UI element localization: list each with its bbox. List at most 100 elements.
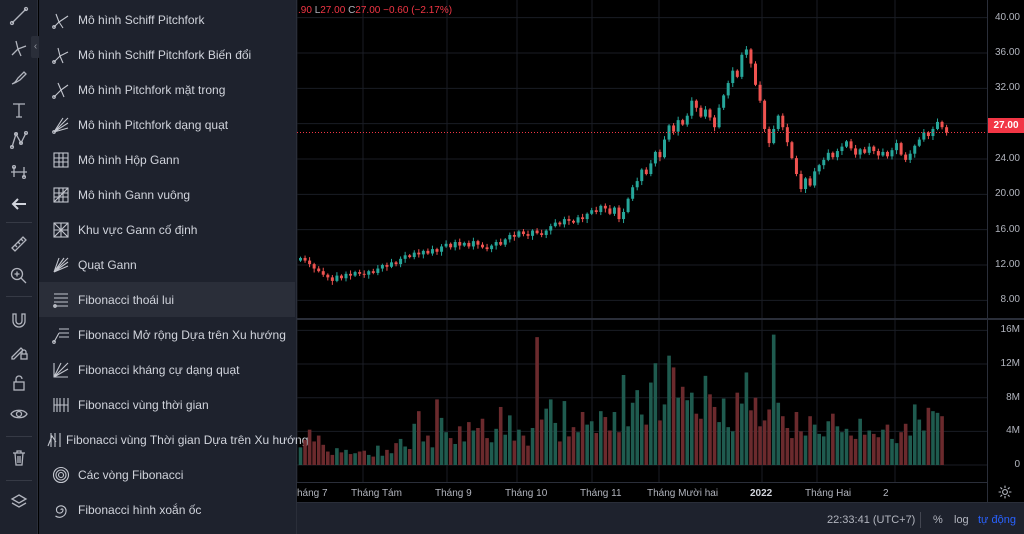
menu-item-label: Các vòng Fibonacci bbox=[78, 467, 184, 482]
volume-bar bbox=[480, 418, 485, 465]
volume-bar bbox=[412, 423, 417, 465]
menu-item-gann-square[interactable]: Mô hình Gann vuông bbox=[39, 177, 295, 212]
eye-icon[interactable] bbox=[5, 400, 33, 428]
bottom-bar-divider bbox=[920, 512, 921, 528]
menu-item-fib-spiral[interactable]: Fibonacci hình xoắn ốc bbox=[39, 492, 295, 527]
candle-body bbox=[349, 273, 353, 276]
volume-bar bbox=[617, 432, 621, 465]
fib-extension-icon bbox=[45, 323, 77, 347]
menu-item-schiff-pitchfork[interactable]: Mô hình Schiff Pitchfork bbox=[39, 2, 295, 37]
candle-body bbox=[599, 205, 603, 212]
candle-body bbox=[549, 226, 553, 231]
candle-body bbox=[394, 262, 398, 265]
gear-icon[interactable] bbox=[995, 483, 1015, 501]
log-scale-button[interactable]: log bbox=[954, 514, 969, 526]
volume-bar bbox=[371, 456, 376, 465]
back-arrow-icon[interactable] bbox=[5, 190, 33, 218]
candle-body bbox=[576, 217, 580, 223]
modified-schiff-pitchfork-icon bbox=[45, 43, 77, 67]
volume-bar bbox=[476, 427, 480, 465]
auto-scale-button[interactable]: tự động bbox=[978, 514, 1016, 526]
menu-item-inside-pitchfork[interactable]: Mô hình Pitchfork mặt trong bbox=[39, 72, 295, 107]
candle-body bbox=[339, 275, 343, 279]
volume-bar bbox=[676, 397, 680, 465]
candle-body bbox=[408, 255, 412, 258]
menu-item-fib-circles[interactable]: Các vòng Fibonacci bbox=[39, 457, 295, 492]
volume-bar bbox=[362, 450, 366, 465]
volume-bar bbox=[435, 399, 439, 465]
lock-pencil-icon[interactable] bbox=[5, 338, 33, 366]
candle-body bbox=[481, 244, 484, 248]
legend-low: 27.00 bbox=[320, 5, 346, 16]
candle-body bbox=[330, 277, 334, 281]
menu-item-label: Mô hình Schiff Pitchfork bbox=[78, 12, 205, 27]
volume-bar bbox=[817, 433, 821, 465]
menu-item-label: Mô hình Pitchfork dạng quạt bbox=[78, 117, 229, 132]
gann-square-fixed-icon bbox=[45, 218, 77, 242]
toolbar-divider bbox=[6, 480, 32, 481]
volume-bar bbox=[526, 445, 530, 465]
volume-bar bbox=[826, 421, 831, 465]
pane-separator[interactable] bbox=[297, 318, 1024, 320]
schiff-pitchfork-icon bbox=[45, 8, 77, 32]
volume-bar bbox=[744, 372, 749, 465]
candle-body bbox=[867, 146, 871, 153]
time-axis[interactable]: háng 7 Tháng Tám Tháng 9 Tháng 10 Tháng 11 Th… bbox=[297, 482, 987, 502]
price-axis[interactable]: 40.0036.0032.0028.0024.0020.0016.0012.00… bbox=[987, 0, 1024, 502]
layers-icon[interactable] bbox=[5, 488, 33, 516]
price-axis-label: 20.00 bbox=[994, 188, 1020, 200]
candle-body bbox=[440, 246, 444, 252]
menu-item-fib-retracement[interactable]: Fibonacci thoái lui bbox=[39, 282, 295, 317]
magnet-icon[interactable] bbox=[5, 306, 33, 334]
volume-bar bbox=[735, 392, 740, 465]
percent-scale-button[interactable]: % bbox=[933, 514, 943, 526]
candle-body bbox=[872, 146, 876, 152]
pattern-icon[interactable] bbox=[5, 126, 33, 154]
menu-item-fib-time-zone[interactable]: Fibonacci vùng thời gian bbox=[39, 387, 295, 422]
volume-bar bbox=[571, 427, 576, 465]
candle-body bbox=[904, 154, 908, 160]
menu-item-gann-square-fixed[interactable]: Khu vực Gann cố định bbox=[39, 212, 295, 247]
volume-bar bbox=[407, 449, 412, 465]
volume-bar bbox=[603, 417, 608, 465]
gann-fan-icon bbox=[45, 253, 77, 277]
menu-item-fib-speed-fan[interactable]: Fibonacci kháng cự dạng quạt bbox=[39, 352, 295, 387]
ruler-icon[interactable] bbox=[5, 230, 33, 258]
volume-bar bbox=[849, 435, 853, 465]
legend-change: −0.60 (−2.17%) bbox=[383, 5, 453, 16]
prediction-icon[interactable] bbox=[5, 158, 33, 186]
text-icon[interactable] bbox=[5, 96, 33, 124]
candle-body bbox=[353, 272, 357, 276]
zoom-in-icon[interactable] bbox=[5, 262, 33, 290]
time-axis-label: Tháng 11 bbox=[580, 488, 622, 499]
volume-bar bbox=[457, 426, 462, 465]
menu-item-gann-fan[interactable]: Quạt Gann bbox=[39, 247, 295, 282]
menu-item-gann-box[interactable]: Mô hình Hộp Gann bbox=[39, 142, 295, 177]
candle-body bbox=[690, 100, 694, 116]
candle-body bbox=[558, 222, 562, 225]
volume-bar bbox=[357, 451, 362, 465]
candle-body bbox=[744, 49, 748, 55]
volume-bar bbox=[721, 398, 726, 465]
volume-bar bbox=[385, 449, 389, 465]
candle-body bbox=[485, 247, 489, 250]
volume-bar bbox=[535, 337, 539, 465]
menu-item-pitchfan[interactable]: Mô hình Pitchfork dạng quạt bbox=[39, 107, 295, 142]
menu-item-fib-extension[interactable]: Fibonacci Mở rộng Dựa trên Xu hướng bbox=[39, 317, 295, 352]
candle-body bbox=[490, 245, 494, 250]
trash-icon[interactable] bbox=[5, 444, 33, 472]
brush-icon[interactable] bbox=[5, 64, 33, 92]
menu-item-fib-trend-time[interactable]: Fibonacci vùng Thời gian Dựa trên Xu hướ… bbox=[39, 422, 308, 457]
candle-body bbox=[758, 84, 762, 101]
trend-line-icon[interactable] bbox=[5, 2, 33, 30]
lock-icon[interactable] bbox=[5, 369, 33, 397]
candle-body bbox=[703, 109, 707, 117]
candle-body bbox=[835, 151, 839, 158]
time-axis-label: háng 7 bbox=[297, 488, 328, 499]
menu-item-modified-schiff-pitchfork[interactable]: Mô hình Schiff Pitchfork Biến đổi bbox=[39, 37, 295, 72]
price-volume-chart[interactable] bbox=[297, 0, 987, 502]
candle-body bbox=[312, 264, 316, 269]
fork-icon[interactable] bbox=[5, 34, 33, 62]
candle-body bbox=[785, 127, 789, 143]
volume-bar bbox=[517, 429, 521, 465]
